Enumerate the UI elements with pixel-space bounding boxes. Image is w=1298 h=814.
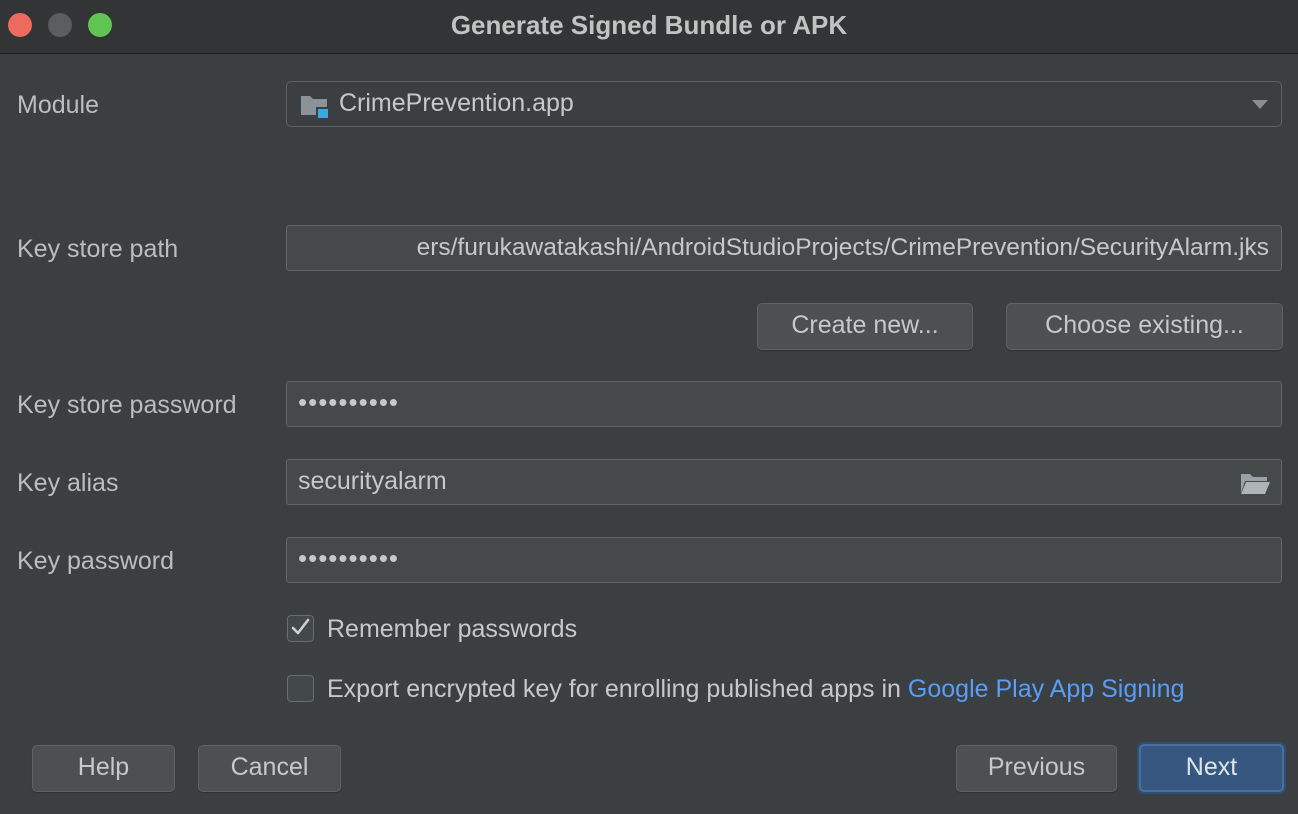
key-password-label: Key password	[17, 547, 175, 575]
key-password-value: ••••••••••	[298, 543, 400, 573]
folder-open-icon[interactable]	[1239, 471, 1271, 495]
key-store-password-label: Key store password	[17, 391, 237, 419]
key-password-input[interactable]: ••••••••••	[286, 537, 1282, 583]
key-alias-label: Key alias	[17, 469, 119, 497]
checkmark-icon	[291, 618, 310, 635]
title-bar: Generate Signed Bundle or APK	[0, 0, 1298, 54]
key-store-password-value: ••••••••••	[298, 387, 400, 417]
choose-existing-button[interactable]: Choose existing...	[1006, 303, 1283, 350]
key-alias-input[interactable]: securityalarm	[286, 459, 1282, 505]
export-encrypted-key-text: Export encrypted key for enrolling publi…	[327, 675, 908, 703]
dialog-window: Generate Signed Bundle or APK Module Cri…	[0, 0, 1298, 814]
key-store-path-label: Key store path	[17, 235, 179, 263]
module-label: Module	[17, 91, 99, 119]
key-store-password-input[interactable]: ••••••••••	[286, 381, 1282, 427]
remember-passwords-checkbox[interactable]	[287, 615, 314, 642]
key-alias-value: securityalarm	[298, 467, 447, 495]
key-store-path-value: ers/furukawatakashi/AndroidStudioProject…	[416, 234, 1269, 261]
previous-button[interactable]: Previous	[956, 745, 1117, 792]
cancel-button[interactable]: Cancel	[198, 745, 341, 792]
key-store-path-input[interactable]: ers/furukawatakashi/AndroidStudioProject…	[286, 225, 1282, 271]
remember-passwords-label[interactable]: Remember passwords	[327, 614, 577, 644]
chevron-down-icon[interactable]	[1252, 100, 1268, 109]
module-value: CrimePrevention.app	[339, 89, 574, 117]
next-button[interactable]: Next	[1139, 744, 1284, 792]
window-title: Generate Signed Bundle or APK	[450, 10, 848, 40]
export-encrypted-key-label[interactable]: Export encrypted key for enrolling publi…	[327, 674, 1185, 704]
help-button[interactable]: Help	[32, 745, 175, 792]
google-play-app-signing-link[interactable]: Google Play App Signing	[908, 675, 1185, 703]
export-encrypted-key-checkbox[interactable]	[287, 675, 314, 702]
module-folder-icon	[301, 96, 328, 118]
create-new-button[interactable]: Create new...	[757, 303, 973, 350]
module-dropdown[interactable]: CrimePrevention.app	[286, 81, 1282, 127]
